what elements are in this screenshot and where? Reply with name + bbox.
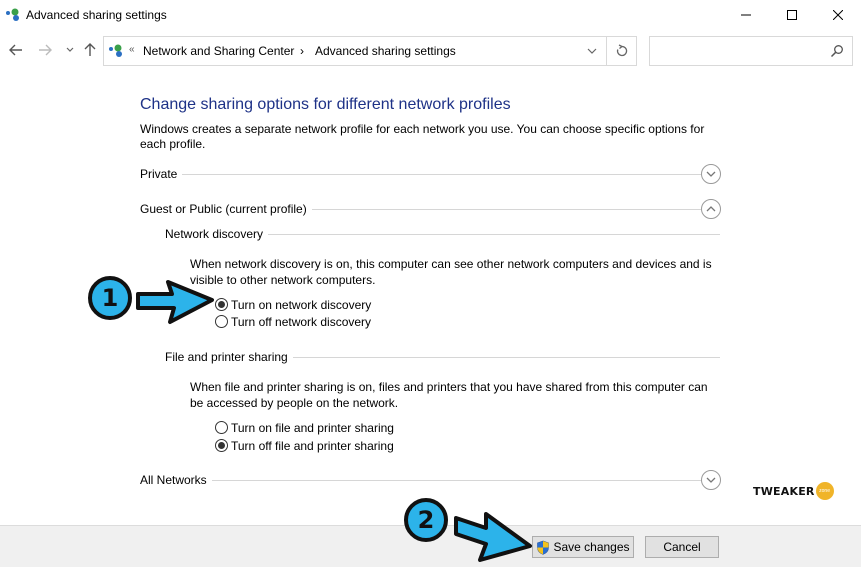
radio-label: Turn off file and printer sharing: [231, 438, 394, 453]
divider: [211, 479, 701, 481]
recent-locations-button[interactable]: [62, 42, 78, 58]
network-discovery-section: Network discovery: [165, 224, 720, 244]
annotation-step-2-badge: 2: [404, 498, 448, 542]
breadcrumb-network-and-sharing-center[interactable]: Network and Sharing Center: [143, 44, 294, 58]
radio-label: Turn on file and printer sharing: [231, 420, 394, 435]
network-icon: [6, 8, 19, 21]
minimize-button[interactable]: [723, 0, 769, 30]
title-bar: Advanced sharing settings: [0, 0, 861, 30]
arrow-up-icon: [84, 43, 96, 56]
chevron-down-icon: [706, 171, 716, 177]
annotation-arrow-1: [136, 280, 214, 324]
profile-guest-public[interactable]: Guest or Public (current profile): [140, 199, 721, 219]
save-changes-label: Save changes: [553, 540, 630, 554]
watermark-text: TWEAKER: [753, 484, 815, 498]
save-changes-button[interactable]: Save changes: [532, 536, 634, 558]
chevron-down-icon: [706, 477, 716, 483]
profile-all-networks-label: All Networks: [140, 473, 207, 487]
cancel-button[interactable]: Cancel: [645, 536, 719, 558]
radio-turn-on-network-discovery[interactable]: Turn on network discovery: [215, 296, 371, 313]
file-printer-sharing-label: File and printer sharing: [165, 350, 288, 364]
profile-private[interactable]: Private: [140, 164, 721, 184]
intro-text: Windows creates a separate network profi…: [140, 122, 705, 151]
page-heading: Change sharing options for different net…: [140, 96, 511, 113]
refresh-icon: [616, 44, 628, 57]
watermark-logo: TWEAKER zone: [753, 482, 834, 500]
divider: [292, 356, 720, 358]
expand-all-networks-button[interactable]: [701, 470, 721, 490]
divider: [268, 233, 720, 235]
search-input[interactable]: [649, 36, 853, 66]
radio-button[interactable]: [215, 421, 228, 434]
radio-label: Turn off network discovery: [231, 314, 372, 329]
profile-private-label: Private: [140, 167, 178, 181]
up-button[interactable]: [82, 42, 98, 58]
annotation-step-1-badge: 1: [88, 276, 132, 320]
arrow-left-icon: [9, 44, 22, 56]
file-printer-sharing-description: When file and printer sharing is on, fil…: [190, 380, 708, 410]
watermark-badge: zone: [815, 482, 834, 500]
refresh-button[interactable]: [606, 37, 637, 65]
maximize-icon: [787, 10, 797, 20]
close-icon: [833, 10, 843, 20]
network-discovery-description: When network discovery is on, this compu…: [190, 257, 712, 287]
forward-button[interactable]: [37, 42, 53, 58]
breadcrumb-separator[interactable]: ›: [300, 44, 304, 58]
address-bar[interactable]: « Network and Sharing Center › Advanced …: [103, 36, 637, 66]
chevron-up-icon: [706, 206, 716, 212]
uac-shield-icon: [537, 540, 550, 555]
breadcrumb-overflow[interactable]: «: [129, 44, 135, 55]
chevron-down-icon: [66, 47, 74, 52]
annotation-arrow-2: [454, 512, 532, 562]
arrow-right-icon: [39, 44, 52, 56]
radio-label: Turn on network discovery: [231, 297, 372, 312]
divider: [311, 208, 701, 210]
radio-button-selected[interactable]: [215, 439, 228, 452]
profile-guest-public-label: Guest or Public (current profile): [140, 202, 307, 216]
maximize-button[interactable]: [769, 0, 815, 30]
address-dropdown-button[interactable]: [582, 41, 602, 61]
radio-turn-off-network-discovery[interactable]: Turn off network discovery: [215, 313, 371, 330]
breadcrumb-advanced-sharing-settings[interactable]: Advanced sharing settings: [315, 44, 456, 58]
collapse-guest-public-button[interactable]: [701, 199, 721, 219]
back-button[interactable]: [8, 42, 24, 58]
close-button[interactable]: [815, 0, 861, 30]
divider: [182, 173, 701, 175]
network-icon: [109, 44, 122, 57]
search-icon: [830, 45, 843, 58]
navigation-bar: « Network and Sharing Center › Advanced …: [0, 34, 861, 66]
chevron-down-icon: [587, 48, 597, 54]
minimize-icon: [741, 14, 751, 16]
file-printer-sharing-section: File and printer sharing: [165, 347, 720, 367]
network-discovery-label: Network discovery: [165, 227, 264, 241]
window-title: Advanced sharing settings: [26, 8, 167, 22]
radio-turn-off-file-printer-sharing[interactable]: Turn off file and printer sharing: [215, 437, 394, 454]
profile-all-networks[interactable]: All Networks: [140, 470, 721, 490]
expand-private-button[interactable]: [701, 164, 721, 184]
radio-turn-on-file-printer-sharing[interactable]: Turn on file and printer sharing: [215, 419, 394, 436]
